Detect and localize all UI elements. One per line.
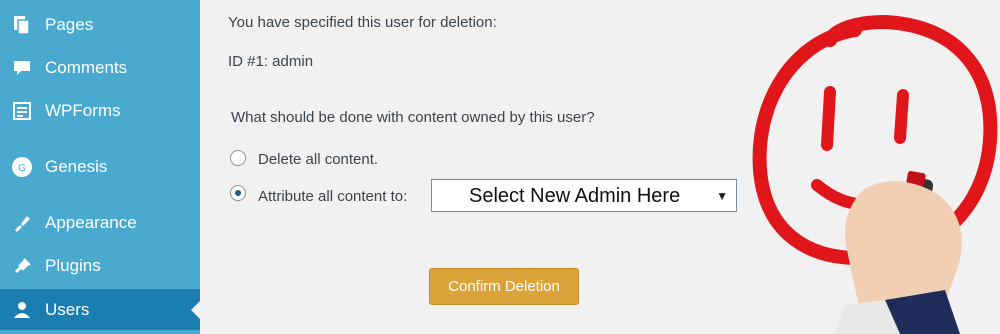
new-owner-select[interactable]: Select New Admin Here ▼ [431,179,737,212]
plugins-icon [11,255,33,277]
smiley-face-drawing [752,14,998,334]
sidebar-item-wpforms[interactable]: WPForms [0,91,200,131]
users-icon [11,299,33,321]
delete-content-label[interactable]: Delete all content. [258,151,378,168]
svg-text:G: G [18,163,26,174]
sidebar-item-label: Appearance [45,213,137,232]
confirm-deletion-button[interactable]: Confirm Deletion [429,268,579,305]
user-id-text: ID #1: admin [228,53,314,70]
sidebar-item-comments[interactable]: Comments [0,48,200,88]
genesis-icon: G [11,156,33,178]
specified-user-text: You have specified this user for deletio… [228,14,497,31]
sidebar-item-users[interactable]: Users [0,289,200,330]
wpforms-icon [11,100,33,122]
attribute-content-label[interactable]: Attribute all content to: [258,188,407,205]
attribute-content-radio[interactable] [230,185,246,201]
sidebar-item-appearance[interactable]: Appearance [0,203,200,243]
comments-icon [11,57,33,79]
sidebar-item-label: Pages [45,15,94,34]
sidebar-item-label: WPForms [45,101,121,120]
sidebar-item-label: Comments [45,58,128,77]
smiley-right-eye [894,89,909,144]
smiley-left-eye [821,86,836,151]
sidebar-item-pages[interactable]: Pages [0,5,200,45]
delete-content-radio[interactable] [230,150,246,166]
sidebar-item-label: Users [45,299,90,319]
active-indicator [191,300,200,319]
chevron-down-icon: ▼ [716,189,728,203]
pages-icon [11,14,33,36]
sidebar-item-genesis[interactable]: G Genesis [0,147,200,187]
sidebar-item-label: Plugins [45,256,101,275]
admin-sidebar: Pages Comments WPForms G Genesis Appeara… [0,0,200,334]
sidebar-item-plugins[interactable]: Plugins [0,246,200,286]
sidebar-item-label: Genesis [45,157,108,176]
content-question: What should be done with content owned b… [231,109,595,126]
hand-holding-marker [835,171,962,334]
select-value: Select New Admin Here [469,185,681,207]
appearance-icon [11,212,33,234]
